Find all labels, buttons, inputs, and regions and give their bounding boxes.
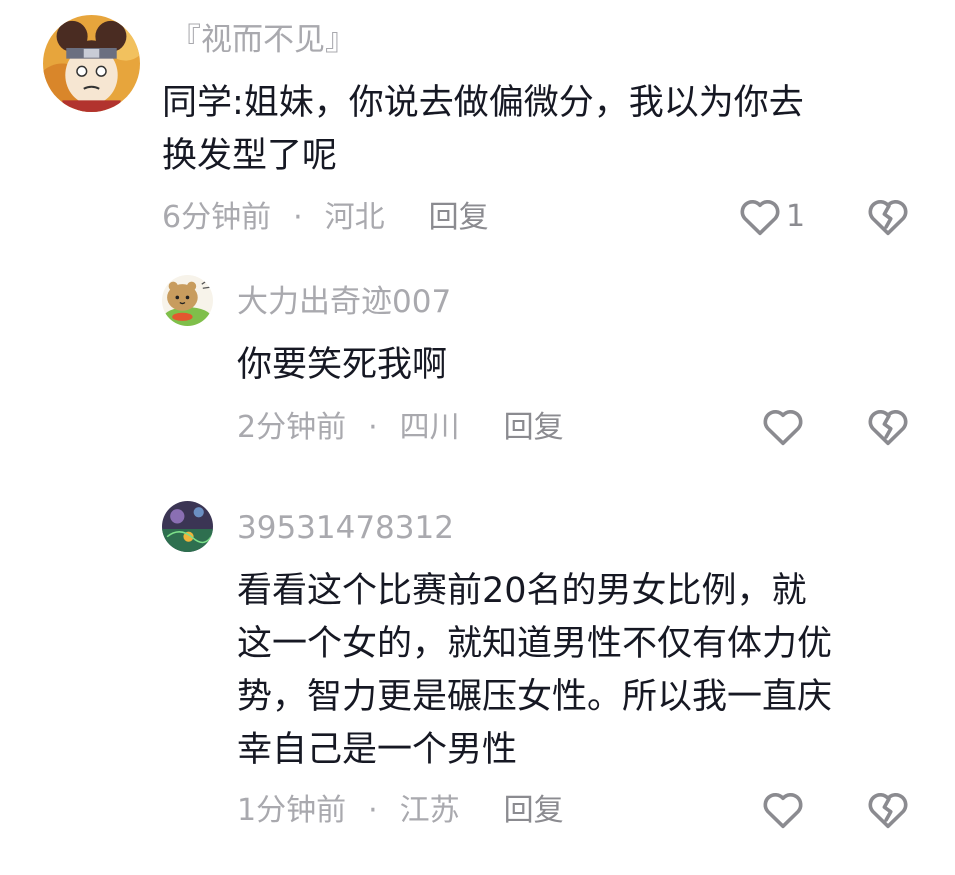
avatar[interactable] (43, 15, 140, 112)
username[interactable]: 39531478312 (237, 513, 454, 544)
heart-outline-icon (763, 409, 803, 446)
comment-meta: 2分钟前 · 四川 回复 (237, 413, 564, 443)
reply-button[interactable]: 回复 (429, 203, 489, 233)
location: 河北 (324, 200, 385, 235)
heart-outline-icon (763, 792, 803, 829)
broken-heart-icon (868, 199, 908, 236)
separator: · (293, 200, 303, 235)
reply-button[interactable]: 回复 (504, 796, 564, 826)
avatar[interactable] (162, 275, 213, 326)
comment-text: 你要笑死我啊 (237, 339, 447, 392)
location: 江苏 (399, 793, 460, 828)
broken-heart-icon (868, 792, 908, 829)
avatar-image (162, 501, 213, 552)
dislike-button[interactable] (866, 789, 910, 829)
dislike-button[interactable] (866, 196, 910, 236)
timestamp: 2分钟前 (237, 410, 347, 445)
location: 四川 (399, 410, 460, 445)
avatar[interactable] (162, 501, 213, 552)
heart-outline-icon (740, 199, 780, 236)
like-button[interactable] (761, 789, 805, 829)
broken-heart-icon (868, 409, 908, 446)
comment-text: 看看这个比赛前20名的男女比例，就 这一个女的，就知道男性不仅有体力优 势，智力… (237, 565, 832, 777)
comment-text-line: 这一个女的，就知道男性不仅有体力优 (237, 624, 833, 664)
comment-text-line: 同学:姐妹，你说去做偏微分，我以为你去 (162, 83, 804, 123)
like-count: 1 (786, 198, 806, 234)
comment-meta: 6分钟前 · 河北 回复 (162, 203, 489, 233)
like-button[interactable] (761, 406, 805, 446)
separator: · (368, 410, 378, 445)
comment-text-line: 你要笑死我啊 (237, 345, 448, 385)
avatar-image (43, 15, 140, 112)
dislike-button[interactable] (866, 406, 910, 446)
comment-text: 同学:姐妹，你说去做偏微分，我以为你去 换发型了呢 (162, 77, 804, 183)
comment-text-line: 势，智力更是碾压女性。所以我一直庆 (237, 677, 833, 717)
separator: · (368, 793, 378, 828)
timestamp: 6分钟前 (162, 200, 272, 235)
comment-text-line: 幸自己是一个男性 (237, 730, 518, 770)
comment-text-line: 看看这个比赛前20名的男女比例，就 (237, 571, 807, 611)
comment-meta: 1分钟前 · 江苏 回复 (237, 796, 564, 826)
comment-text-line: 换发型了呢 (162, 136, 338, 176)
timestamp: 1分钟前 (237, 793, 347, 828)
username[interactable]: 大力出奇迹007 (237, 287, 451, 318)
avatar-image (162, 275, 213, 326)
reply-button[interactable]: 回复 (504, 413, 564, 443)
like-button[interactable]: 1 (738, 196, 805, 236)
username[interactable]: 『视而不见』 (170, 25, 356, 56)
